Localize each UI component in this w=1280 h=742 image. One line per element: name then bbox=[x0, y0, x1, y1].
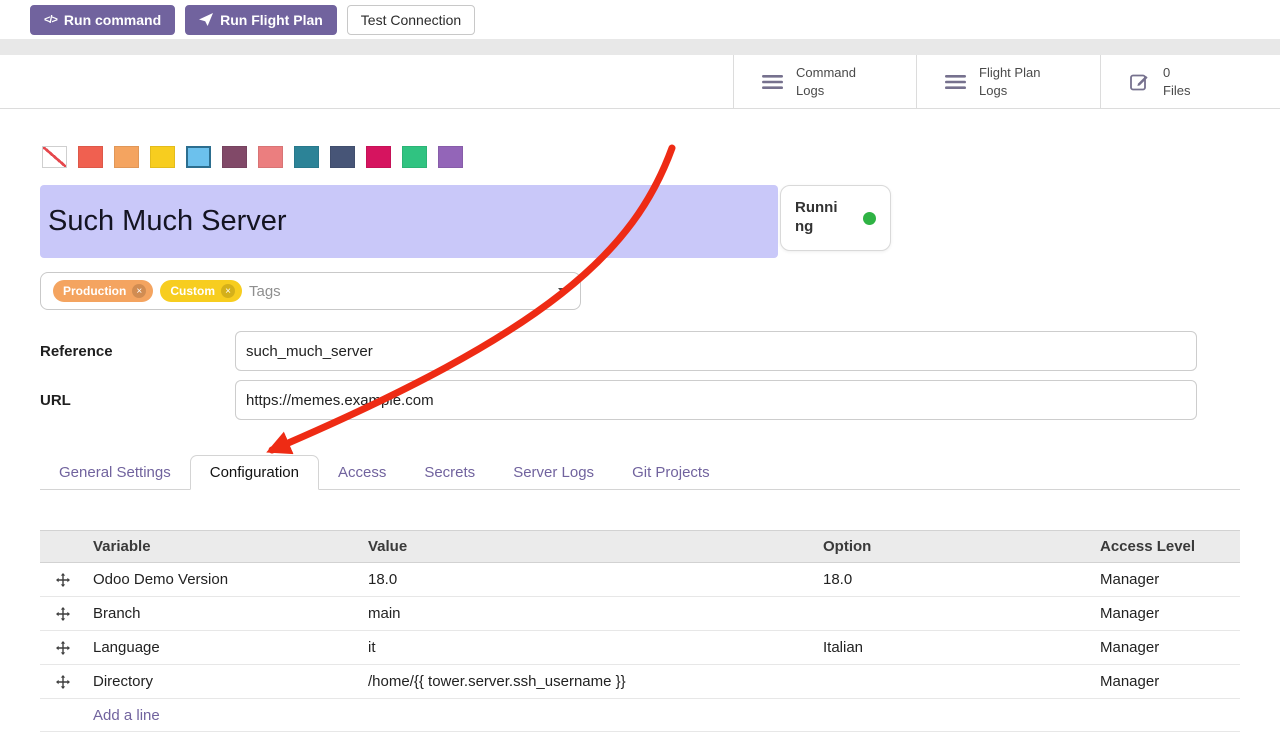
tags-placeholder: Tags bbox=[249, 283, 281, 300]
column-header-variable[interactable]: Variable bbox=[85, 538, 360, 555]
run-flight-plan-button[interactable]: Run Flight Plan bbox=[185, 5, 337, 35]
color-swatch-red[interactable] bbox=[78, 146, 103, 168]
list-icon bbox=[762, 74, 783, 90]
color-swatch-light-blue-selected[interactable] bbox=[186, 146, 211, 168]
drag-handle-icon[interactable] bbox=[40, 641, 85, 655]
url-label: URL bbox=[40, 380, 71, 420]
test-connection-button[interactable]: Test Connection bbox=[347, 5, 475, 35]
status-dot-green bbox=[863, 212, 876, 225]
color-palette bbox=[42, 146, 474, 168]
cell-access-level[interactable]: Manager bbox=[1092, 673, 1240, 690]
url-input[interactable] bbox=[235, 380, 1197, 420]
tag-custom[interactable]: Custom × bbox=[160, 280, 242, 302]
run-command-button[interactable]: </> Run command bbox=[30, 5, 175, 35]
column-header-option[interactable]: Option bbox=[815, 538, 1092, 555]
add-line-row: Add a line bbox=[40, 699, 1240, 732]
tags-field[interactable]: Production × Custom × Tags bbox=[40, 272, 581, 310]
command-logs-label: Command Logs bbox=[796, 64, 856, 99]
tab-access[interactable]: Access bbox=[319, 456, 405, 489]
reference-input[interactable] bbox=[235, 331, 1197, 371]
run-flight-plan-label: Run Flight Plan bbox=[220, 12, 323, 28]
server-form-page: </> Run command Run Flight Plan Test Con… bbox=[0, 0, 1280, 742]
flight-plan-logs-label: Flight Plan Logs bbox=[979, 64, 1040, 99]
top-toolbar: </> Run command Run Flight Plan Test Con… bbox=[0, 0, 1280, 39]
remove-tag-icon[interactable]: × bbox=[221, 284, 235, 298]
table-row[interactable]: Odoo Demo Version 18.0 18.0 Manager bbox=[40, 563, 1240, 597]
tag-production[interactable]: Production × bbox=[53, 280, 153, 302]
tab-secrets[interactable]: Secrets bbox=[405, 456, 494, 489]
color-swatch-salmon[interactable] bbox=[258, 146, 283, 168]
column-header-value[interactable]: Value bbox=[360, 538, 815, 555]
edit-icon bbox=[1129, 71, 1150, 92]
column-header-access-level[interactable]: Access Level bbox=[1092, 538, 1240, 555]
table-row[interactable]: Branch main Manager bbox=[40, 597, 1240, 631]
color-swatch-medium-blue[interactable] bbox=[294, 146, 319, 168]
color-swatch-green[interactable] bbox=[402, 146, 427, 168]
color-swatch-fuchsia[interactable] bbox=[366, 146, 391, 168]
paper-plane-icon bbox=[199, 13, 213, 26]
table-row[interactable]: Language it Italian Manager bbox=[40, 631, 1240, 665]
status-indicator[interactable]: Running bbox=[780, 185, 891, 251]
color-swatch-dark-purple[interactable] bbox=[222, 146, 247, 168]
notebook-tabs: General Settings Configuration Access Se… bbox=[40, 455, 1240, 490]
separator-band bbox=[0, 39, 1280, 55]
drag-handle-icon[interactable] bbox=[40, 675, 85, 689]
cell-value[interactable]: 18.0 bbox=[360, 571, 815, 588]
cell-variable[interactable]: Language bbox=[85, 639, 360, 656]
tab-git-projects[interactable]: Git Projects bbox=[613, 456, 729, 489]
dropdown-caret-icon[interactable] bbox=[558, 288, 568, 294]
table-header-row: Variable Value Option Access Level bbox=[40, 530, 1240, 563]
color-swatch-purple[interactable] bbox=[438, 146, 463, 168]
cell-access-level[interactable]: Manager bbox=[1092, 571, 1240, 588]
color-swatch-dark-blue[interactable] bbox=[330, 146, 355, 168]
drag-handle-icon[interactable] bbox=[40, 573, 85, 587]
files-label: 0 Files bbox=[1163, 64, 1190, 99]
drag-handle-icon[interactable] bbox=[40, 607, 85, 621]
add-a-line-link[interactable]: Add a line bbox=[85, 707, 360, 724]
flight-plan-logs-button[interactable]: Flight Plan Logs bbox=[916, 55, 1100, 108]
tab-configuration[interactable]: Configuration bbox=[190, 455, 319, 490]
cell-variable[interactable]: Directory bbox=[85, 673, 360, 690]
status-label: Running bbox=[795, 199, 843, 237]
color-swatch-none[interactable] bbox=[42, 146, 67, 168]
code-icon: </> bbox=[44, 14, 57, 26]
tag-label: Custom bbox=[170, 284, 215, 298]
cell-option[interactable]: Italian bbox=[815, 639, 1092, 656]
table-row[interactable]: Directory /home/{{ tower.server.ssh_user… bbox=[40, 665, 1240, 699]
cell-variable[interactable]: Odoo Demo Version bbox=[85, 571, 360, 588]
cell-access-level[interactable]: Manager bbox=[1092, 605, 1240, 622]
cell-variable[interactable]: Branch bbox=[85, 605, 360, 622]
cell-value[interactable]: main bbox=[360, 605, 815, 622]
cell-value[interactable]: /home/{{ tower.server.ssh_username }} bbox=[360, 673, 815, 690]
form-header: Command Logs Flight Plan Logs 0 Files bbox=[0, 55, 1280, 109]
color-swatch-orange[interactable] bbox=[114, 146, 139, 168]
tag-label: Production bbox=[63, 284, 126, 298]
command-logs-button[interactable]: Command Logs bbox=[733, 55, 916, 108]
list-icon bbox=[945, 74, 966, 90]
test-connection-label: Test Connection bbox=[361, 12, 461, 28]
run-command-label: Run command bbox=[64, 12, 161, 28]
tab-general-settings[interactable]: General Settings bbox=[40, 456, 190, 489]
color-swatch-yellow[interactable] bbox=[150, 146, 175, 168]
remove-tag-icon[interactable]: × bbox=[132, 284, 146, 298]
cell-option[interactable]: 18.0 bbox=[815, 571, 1092, 588]
files-button[interactable]: 0 Files bbox=[1100, 55, 1280, 108]
server-name-input[interactable] bbox=[40, 185, 778, 258]
configuration-table: Variable Value Option Access Level Odoo … bbox=[40, 530, 1240, 732]
tab-server-logs[interactable]: Server Logs bbox=[494, 456, 613, 489]
cell-access-level[interactable]: Manager bbox=[1092, 639, 1240, 656]
cell-value[interactable]: it bbox=[360, 639, 815, 656]
reference-label: Reference bbox=[40, 331, 113, 371]
